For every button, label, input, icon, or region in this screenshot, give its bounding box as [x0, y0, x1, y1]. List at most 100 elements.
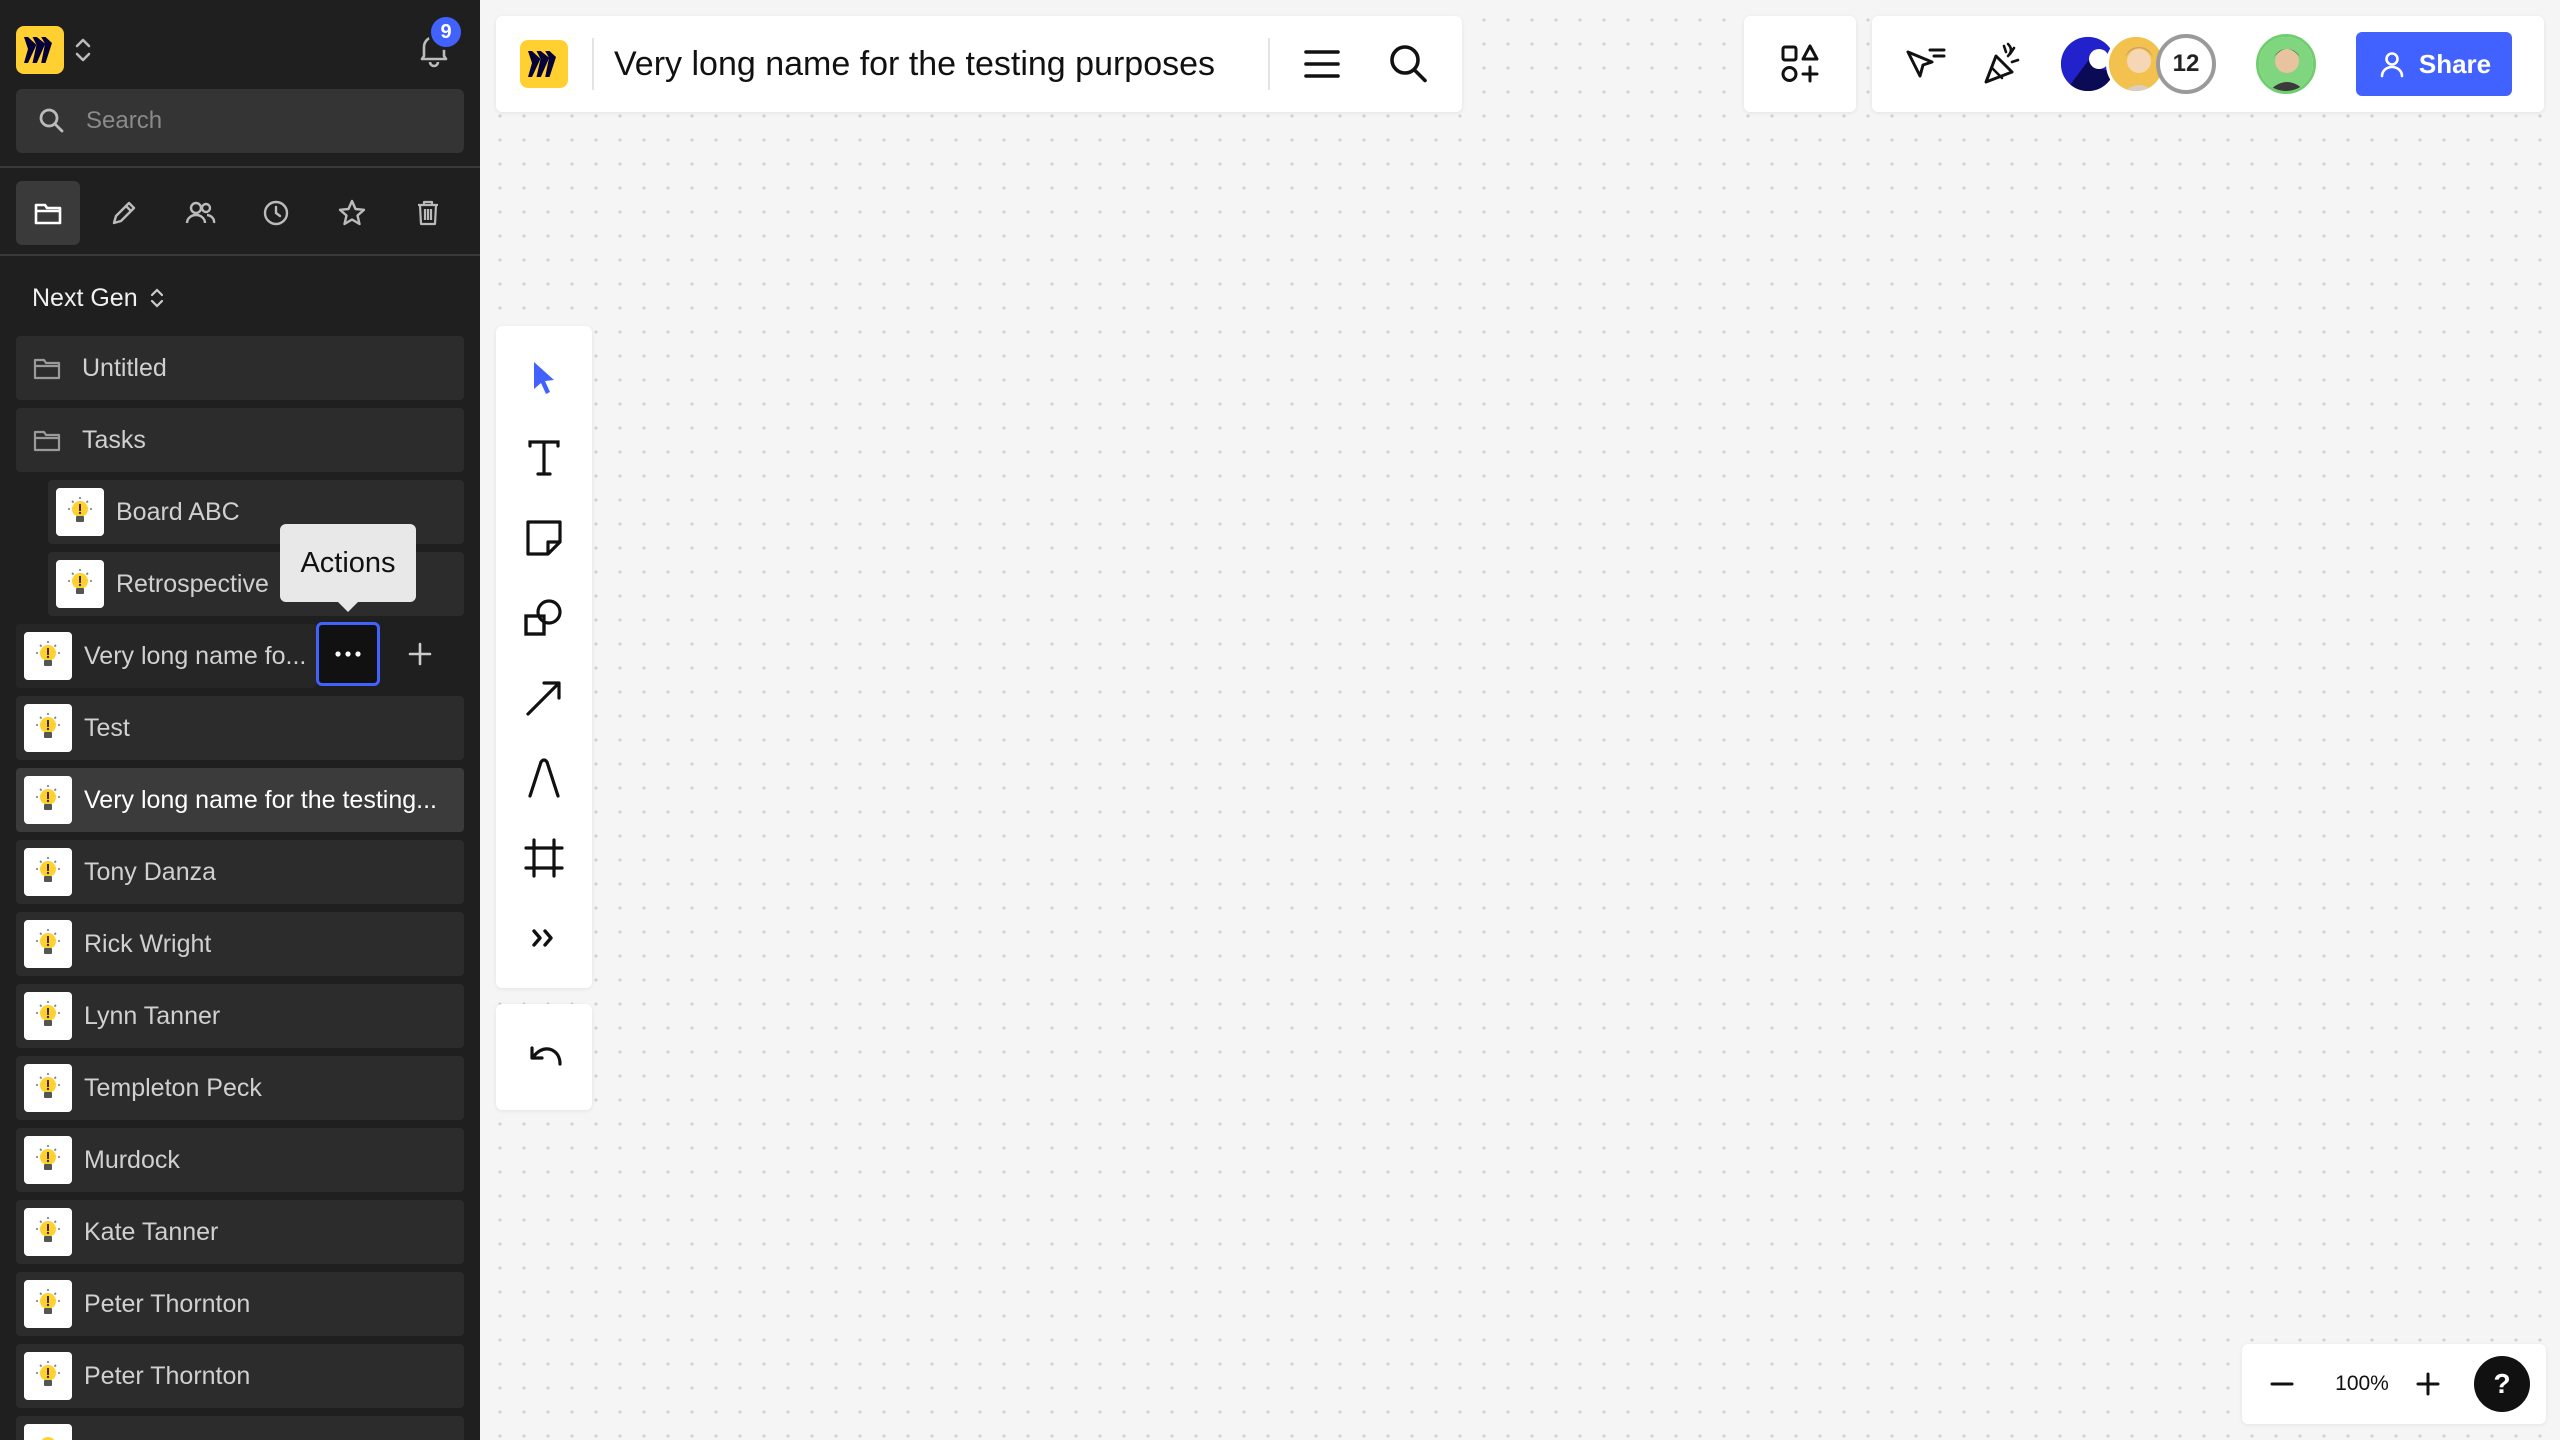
sidebar-board-item-selected[interactable]: Very long name for the testing...	[16, 768, 464, 832]
sidebar-board-item[interactable]: Tony Danza	[16, 840, 464, 904]
board-thumbnail	[24, 920, 72, 968]
board-header: Very long name for the testing purposes	[496, 16, 1462, 112]
lightbulb-icon	[36, 641, 60, 666]
sidebar-board-item[interactable]: Kate Tanner	[16, 1200, 464, 1264]
cursor-follow-icon[interactable]	[1902, 40, 1950, 88]
avatar-image	[2259, 37, 2313, 91]
sidebar-folder-tasks[interactable]: Tasks	[16, 408, 464, 472]
zoom-out-icon[interactable]	[2266, 1368, 2298, 1400]
sidebar-folder-untitled[interactable]: Untitled	[16, 336, 464, 400]
undo-icon[interactable]	[520, 1032, 568, 1080]
board-thumbnail	[24, 1208, 72, 1256]
folder-icon	[34, 203, 62, 225]
collaboration-panel: 12 Share	[1872, 16, 2544, 112]
lightbulb-icon	[41, 1437, 55, 1440]
more-collaborators-count[interactable]: 12	[2156, 34, 2216, 94]
tab-starred[interactable]	[320, 181, 384, 245]
sidebar-board-item[interactable]: Test	[16, 696, 464, 760]
sidebar-item-label: Templeton Peck	[84, 1073, 262, 1102]
lightbulb-icon	[36, 1145, 60, 1170]
sidebar-item-label: Test	[84, 713, 130, 742]
sidebar-item-label: Tasks	[82, 425, 146, 454]
search-input[interactable]	[86, 107, 446, 135]
zoom-level[interactable]: 100%	[2322, 1344, 2402, 1424]
sidebar-board-item[interactable]: Peter Thornton	[16, 1272, 464, 1336]
board-thumbnail	[24, 992, 72, 1040]
creation-toolbar	[496, 326, 592, 988]
lightbulb-icon	[68, 497, 92, 522]
add-board-button[interactable]	[404, 638, 436, 670]
board-thumbnail	[24, 704, 72, 752]
miro-logo[interactable]	[16, 26, 64, 74]
folder-icon	[33, 430, 61, 452]
sidebar-item-label: Kate Tanner	[84, 1217, 219, 1246]
team-selector[interactable]: Next Gen	[32, 280, 166, 316]
tab-drafts[interactable]	[92, 181, 156, 245]
workspace-switcher-icon[interactable]	[72, 32, 94, 68]
lightbulb-icon	[36, 857, 60, 882]
frame-tool-icon[interactable]	[520, 834, 568, 882]
board-thumbnail	[24, 1136, 72, 1184]
share-button[interactable]: Share	[2356, 32, 2512, 96]
apps-icon[interactable]	[1776, 40, 1824, 88]
search-box[interactable]	[16, 89, 464, 153]
team-name: Next Gen	[32, 283, 138, 312]
sidebar-tabs	[16, 181, 460, 245]
sidebar-item-label: Peter Thornton	[84, 1361, 251, 1390]
sidebar-item-label: Peter Thornton	[84, 1289, 251, 1318]
sidebar-item-label: Rick Wright	[84, 929, 212, 958]
apps-panel	[1744, 16, 1856, 112]
tab-shared[interactable]	[168, 181, 232, 245]
sidebar-item-label: Lynn Tanner	[84, 1001, 221, 1030]
board-canvas[interactable]	[480, 0, 2560, 1440]
sidebar-board-item[interactable]: Templeton Peck	[16, 1056, 464, 1120]
connector-arrow-icon[interactable]	[520, 674, 568, 722]
text-tool-icon[interactable]	[520, 434, 568, 482]
sidebar-board-item[interactable]: Rick Wright	[16, 912, 464, 976]
board-thumbnail	[56, 488, 104, 536]
sidebar-board-item-hovered[interactable]: Very long name fo...	[16, 624, 316, 688]
lightbulb-icon	[36, 1073, 60, 1098]
share-label: Share	[2418, 48, 2492, 79]
more-dots-icon	[335, 651, 361, 657]
zoom-controls: 100% ?	[2242, 1344, 2546, 1424]
menu-icon[interactable]	[1298, 40, 1346, 88]
undo-panel	[496, 1004, 592, 1110]
star-icon	[338, 199, 366, 226]
board-logo[interactable]	[520, 40, 568, 88]
lightbulb-icon	[36, 1361, 60, 1386]
board-thumbnail	[24, 1280, 72, 1328]
board-thumbnail	[24, 1064, 72, 1112]
board-thumbnail	[24, 776, 72, 824]
shapes-tool-icon[interactable]	[520, 594, 568, 642]
user-icon	[2380, 52, 2404, 78]
search-icon[interactable]	[1384, 40, 1432, 88]
logo-icon	[528, 51, 556, 77]
sticky-note-icon[interactable]	[520, 514, 568, 562]
lightbulb-icon	[36, 929, 60, 954]
tab-trash[interactable]	[396, 181, 460, 245]
divider	[0, 254, 480, 256]
pen-tool-icon[interactable]	[520, 754, 568, 802]
sidebar-board-item-partial[interactable]	[16, 1416, 464, 1440]
select-tool-icon[interactable]	[520, 354, 568, 402]
celebrate-icon[interactable]	[1978, 40, 2026, 88]
sidebar-item-label: Very long name fo...	[84, 641, 307, 670]
help-button[interactable]: ?	[2474, 1356, 2530, 1412]
sidebar-board-item[interactable]: Lynn Tanner	[16, 984, 464, 1048]
sidebar: 9 Search Next Gen Untitled Tasks Board A…	[0, 0, 480, 1440]
sidebar-board-item[interactable]: Murdock	[16, 1128, 464, 1192]
tab-recent[interactable]	[244, 181, 308, 245]
more-tools-icon[interactable]	[520, 914, 568, 962]
actions-button[interactable]	[316, 622, 380, 686]
tab-folders[interactable]	[16, 181, 80, 245]
board-title[interactable]: Very long name for the testing purposes	[614, 16, 1215, 112]
board-thumbnail	[56, 560, 104, 608]
sidebar-board-item[interactable]: Peter Thornton	[16, 1344, 464, 1408]
trash-icon	[418, 200, 438, 226]
current-user-avatar[interactable]	[2256, 34, 2316, 94]
sidebar-item-label: Murdock	[84, 1145, 180, 1174]
divider	[1268, 38, 1270, 90]
chevron-updown-icon	[150, 288, 163, 308]
zoom-in-icon[interactable]	[2412, 1368, 2444, 1400]
